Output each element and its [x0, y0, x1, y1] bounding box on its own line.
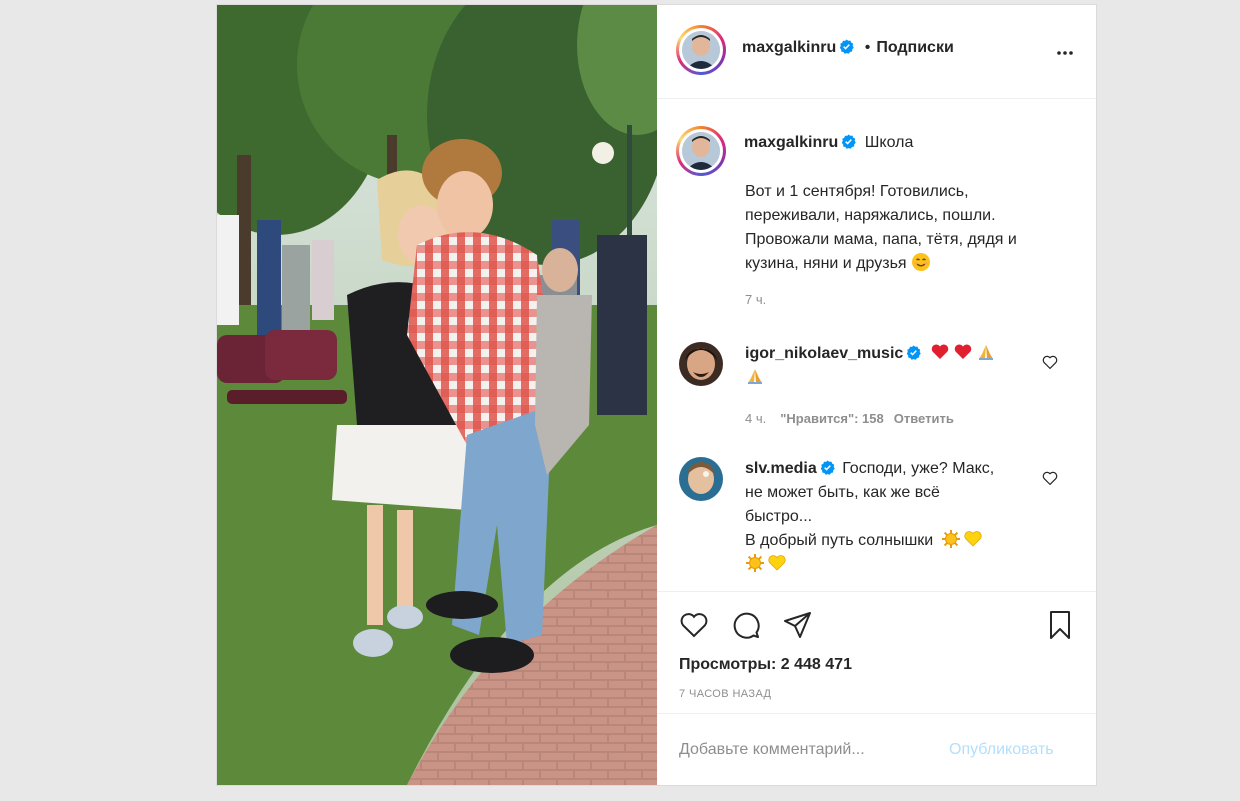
red-heart-icon: [954, 344, 972, 359]
header-line: maxgalkinru • Подписки: [742, 39, 954, 57]
views-count[interactable]: Просмотры: 2 448 471: [679, 656, 852, 674]
caption-time: 7 ч.: [745, 292, 767, 307]
comment-body-line: не может быть, как же всё: [745, 484, 940, 501]
comment-meta: 4 ч. "Нравится": 158 Ответить: [745, 411, 954, 426]
caption-body: Вот и 1 сентября! Готовились, переживали…: [745, 183, 1017, 272]
sun-icon: [941, 530, 960, 548]
comment-input[interactable]: [679, 738, 919, 762]
folded-hands-icon: [748, 369, 762, 384]
avatar-photo: [682, 31, 720, 69]
comments-section: maxgalkinru Школа Вот и 1 сентября! Гото…: [657, 99, 1096, 591]
commenter-avatar[interactable]: [679, 457, 723, 501]
commenter-avatar[interactable]: [679, 342, 723, 386]
author-avatar[interactable]: [676, 25, 726, 75]
comment-body-line: быстро...: [745, 508, 813, 525]
avatar-photo: [682, 132, 720, 170]
commenter-username[interactable]: slv.media: [745, 460, 817, 477]
verified-badge-icon: [820, 460, 835, 475]
more-horizontal-icon[interactable]: [1053, 41, 1077, 65]
comment-text: igor_nikolaev_music: [745, 342, 1035, 390]
post-timestamp[interactable]: 7 часов назад: [679, 688, 771, 700]
verified-badge-icon: [907, 345, 922, 360]
add-comment-bar: Опубликовать: [657, 713, 1096, 785]
smiling-face-icon: [912, 253, 931, 271]
yellow-heart-icon: [964, 531, 982, 547]
like-comment-heart-icon[interactable]: [1041, 469, 1059, 487]
comment-body-line: В добрый путь солнышки: [745, 532, 934, 549]
reply-button[interactable]: Ответить: [894, 411, 954, 426]
post-location[interactable]: Школа: [865, 134, 914, 151]
post-sidebar: maxgalkinru • Подписки maxgalkinru Школа …: [657, 5, 1096, 785]
verified-badge-icon: [840, 39, 854, 54]
author-username[interactable]: maxgalkinru: [742, 39, 836, 56]
comment-likes[interactable]: "Нравится": 158: [780, 411, 884, 426]
caption-author-avatar[interactable]: [676, 126, 726, 176]
like-comment-heart-icon[interactable]: [1041, 353, 1059, 371]
bookmark-icon[interactable]: [1043, 608, 1077, 642]
caption-text: Вот и 1 сентября! Готовились, переживали…: [745, 180, 1065, 276]
comment-text: slv.media Господи, уже? Макс, не может б…: [745, 457, 1035, 577]
caption-username[interactable]: maxgalkinru: [744, 134, 838, 151]
publish-button[interactable]: Опубликовать: [949, 741, 1054, 759]
comment-time: 4 ч.: [745, 411, 767, 426]
post-photo[interactable]: [217, 5, 657, 785]
verified-badge-icon: [842, 134, 856, 149]
share-icon[interactable]: [781, 608, 815, 642]
yellow-heart-icon: [768, 555, 786, 571]
folded-hands-icon: [978, 345, 993, 360]
heart-icon[interactable]: [677, 608, 711, 642]
header-separator: •: [864, 39, 871, 56]
post-header: maxgalkinru • Подписки: [657, 5, 1096, 99]
caption-header: maxgalkinru Школа: [744, 134, 913, 152]
photo-illustration: [217, 5, 657, 785]
comment-body-line: Господи, уже? Макс,: [842, 460, 995, 477]
commenter-username[interactable]: igor_nikolaev_music: [745, 345, 903, 362]
red-heart-icon: [931, 344, 949, 359]
comment-icon[interactable]: [729, 608, 763, 642]
instagram-post: maxgalkinru • Подписки maxgalkinru Школа …: [216, 4, 1097, 786]
post-actions: Просмотры: 2 448 471 7 часов назад: [657, 591, 1096, 713]
following-button[interactable]: Подписки: [876, 39, 953, 56]
sun-icon: [746, 554, 764, 572]
